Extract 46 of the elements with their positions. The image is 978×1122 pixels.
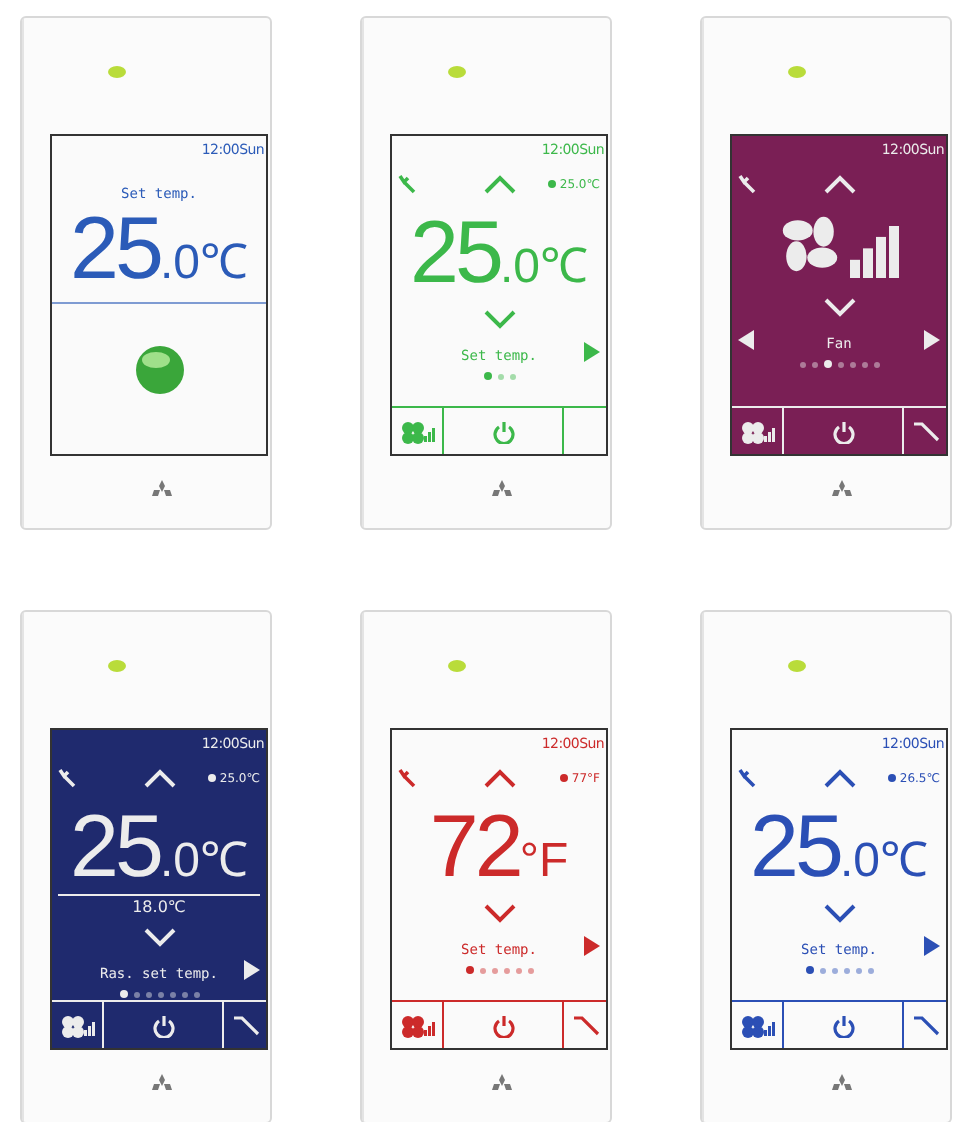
logo-icon bbox=[487, 480, 515, 500]
wrench-icon[interactable] bbox=[738, 768, 756, 788]
wrench-icon[interactable] bbox=[398, 768, 416, 788]
fan-icon bbox=[59, 1013, 95, 1037]
power-icon bbox=[491, 1013, 515, 1037]
right-arrow-icon[interactable] bbox=[584, 936, 600, 956]
fan-icon bbox=[399, 1013, 435, 1037]
logo-icon bbox=[827, 480, 855, 500]
logo-icon bbox=[487, 1074, 515, 1094]
temperature-unit: .0℃ bbox=[159, 838, 248, 886]
indicator-lamp bbox=[107, 66, 125, 78]
indicator-lamp bbox=[447, 66, 465, 78]
fan-speed-bars-icon bbox=[850, 226, 902, 278]
right-arrow-icon[interactable] bbox=[924, 330, 940, 350]
indicator-lamp bbox=[107, 660, 125, 672]
power-icon bbox=[831, 1013, 855, 1037]
fan-icon bbox=[739, 419, 775, 443]
temperature-unit: .0℃ bbox=[159, 240, 248, 288]
temperature-value: 72 bbox=[429, 804, 520, 892]
power-icon bbox=[491, 419, 515, 443]
logo-icon bbox=[147, 1074, 175, 1094]
diagonal-line-icon bbox=[911, 421, 939, 441]
logo-icon bbox=[147, 480, 175, 500]
right-arrow-icon[interactable] bbox=[243, 960, 260, 980]
fan-icon bbox=[399, 419, 435, 443]
temperature-unit: .0℃ bbox=[839, 838, 928, 886]
temperature-value: 25 bbox=[750, 804, 840, 892]
indicator-lamp bbox=[787, 66, 805, 78]
secondary-temperature: 18.0℃ bbox=[132, 898, 186, 916]
power-icon bbox=[831, 419, 855, 443]
temperature-value: 25 bbox=[410, 210, 500, 298]
diagonal-line-icon bbox=[571, 1015, 599, 1035]
left-arrow-icon[interactable] bbox=[738, 330, 754, 350]
temperature-unit: .0℃ bbox=[499, 244, 588, 292]
diagonal-line-icon bbox=[911, 1015, 939, 1035]
eco-logo-icon bbox=[133, 344, 185, 396]
fan-icon bbox=[739, 1013, 775, 1037]
logo-icon bbox=[827, 1074, 855, 1094]
temperature-value: 25 bbox=[70, 206, 160, 294]
indicator-lamp bbox=[787, 660, 805, 672]
temperature-value: 25 bbox=[70, 804, 160, 892]
temperature-unit: °F bbox=[519, 838, 569, 886]
diagonal-line-icon bbox=[231, 1015, 259, 1035]
power-icon bbox=[151, 1013, 175, 1037]
right-arrow-icon[interactable] bbox=[924, 936, 940, 956]
indicator-lamp bbox=[447, 660, 465, 672]
